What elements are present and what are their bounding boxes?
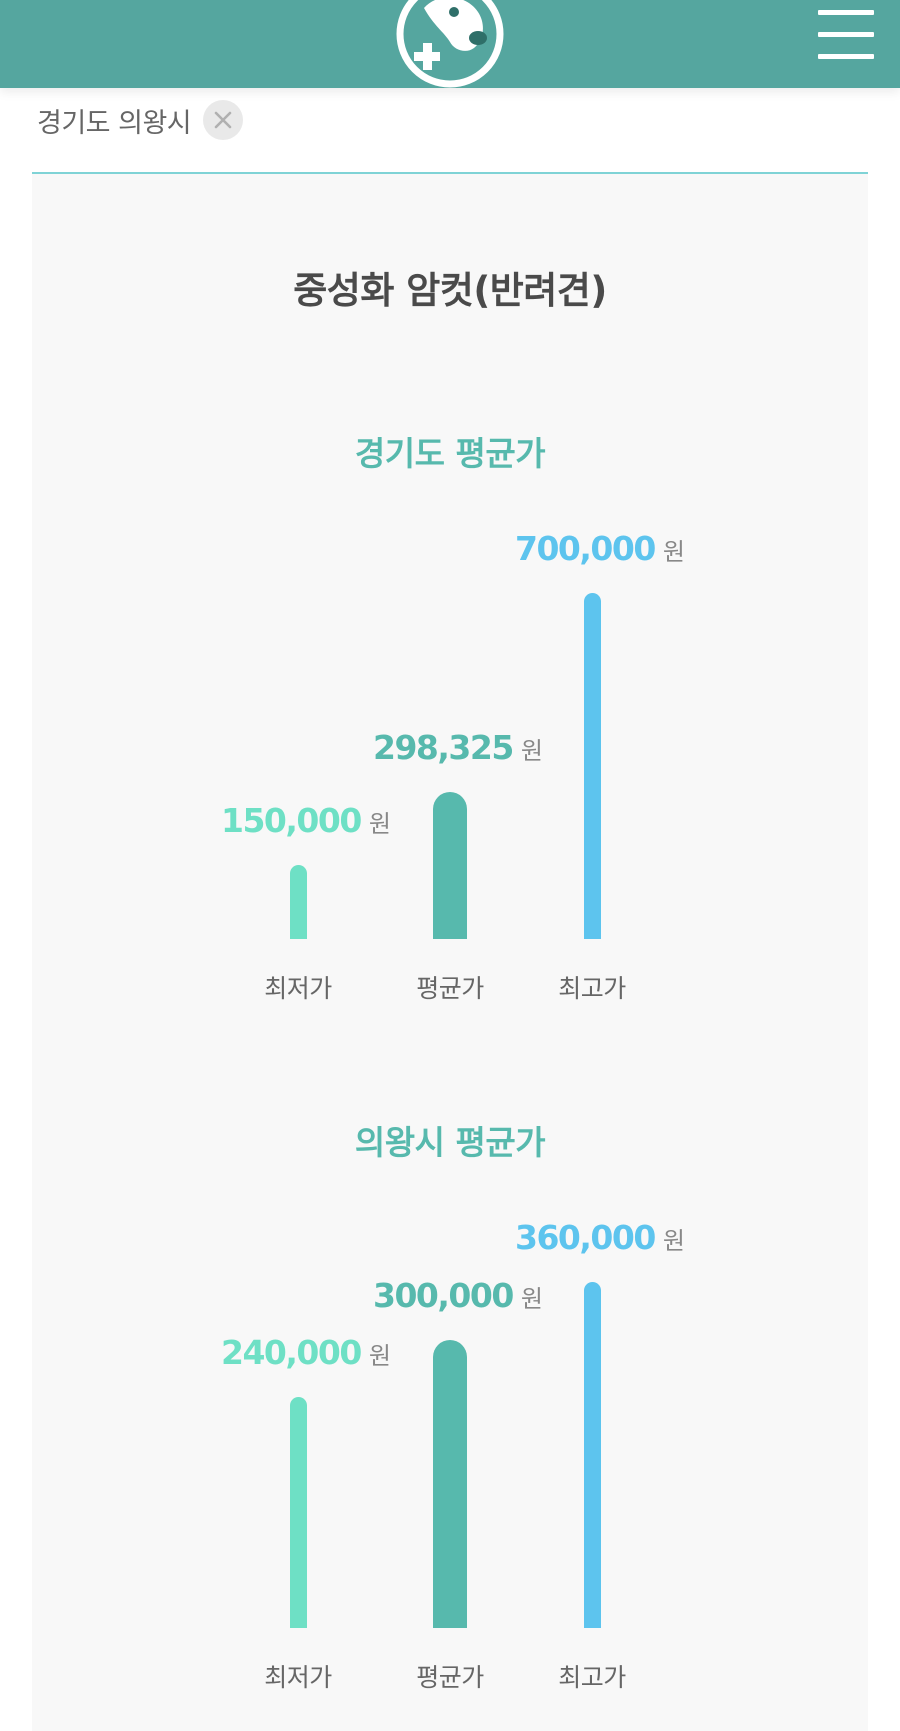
- bar-value-unit: 원: [662, 1227, 685, 1255]
- bar-value-label: 700,000 원: [515, 529, 685, 568]
- price-panel: 중성화 암컷(반려견) 경기도 평균가 150,000 원 최저가 298,325 원 평균…: [32, 174, 868, 1731]
- bar-value-label: 360,000 원: [515, 1218, 685, 1257]
- category-label: 최고가: [558, 1663, 626, 1692]
- bar-value-unit: 원: [368, 810, 391, 838]
- bar-value-number: 298,325: [373, 728, 514, 767]
- bar-value-number: 150,000: [221, 801, 362, 840]
- close-icon[interactable]: [203, 100, 244, 140]
- bar-value-unit: 원: [368, 1342, 391, 1370]
- bar-value-unit: 원: [662, 538, 685, 566]
- category-label: 최저가: [264, 1663, 332, 1692]
- bar-min: [289, 1397, 307, 1628]
- bar-value-label: 300,000 원: [373, 1276, 543, 1315]
- bar-value-unit: 원: [520, 737, 543, 765]
- bar-value-number: 240,000: [221, 1333, 362, 1372]
- bar-value-label: 240,000 원: [221, 1333, 391, 1372]
- region-filter-chip: 경기도 의왕시: [37, 96, 244, 144]
- bar-value-label: 150,000 원: [221, 801, 391, 840]
- bar-value-number: 360,000: [515, 1218, 656, 1257]
- dog-medical-cross-icon[interactable]: [394, 0, 506, 90]
- bar-max: [583, 593, 601, 939]
- bar-value-unit: 원: [520, 1285, 543, 1313]
- bar-avg: [433, 792, 467, 939]
- bar-min: [289, 865, 307, 939]
- bar-value-label: 298,325 원: [373, 728, 543, 767]
- city-price-chart: 의왕시 평균가 240,000 원 최저가 300,000 원 평균가 360,000 원 최고가: [32, 1116, 868, 1716]
- category-label: 최저가: [264, 974, 332, 1003]
- bar-value-number: 300,000: [373, 1276, 514, 1315]
- region-filter-label: 경기도 의왕시: [37, 107, 192, 139]
- app-header: [0, 0, 900, 88]
- bar-value-number: 700,000: [515, 529, 656, 568]
- chart-title: 경기도 평균가: [354, 434, 546, 473]
- category-label: 평균가: [416, 1663, 484, 1692]
- hamburger-menu-icon[interactable]: [818, 10, 874, 60]
- panel-title: 중성화 암컷(반려견): [293, 269, 607, 312]
- province-price-chart: 경기도 평균가 150,000 원 최저가 298,325 원 평균가 700,000 원 최고가: [32, 427, 868, 1027]
- chart-title: 의왕시 평균가: [354, 1123, 546, 1162]
- category-label: 최고가: [558, 974, 626, 1003]
- bar-max: [583, 1282, 601, 1628]
- category-label: 평균가: [416, 974, 484, 1003]
- bar-avg: [433, 1340, 467, 1628]
